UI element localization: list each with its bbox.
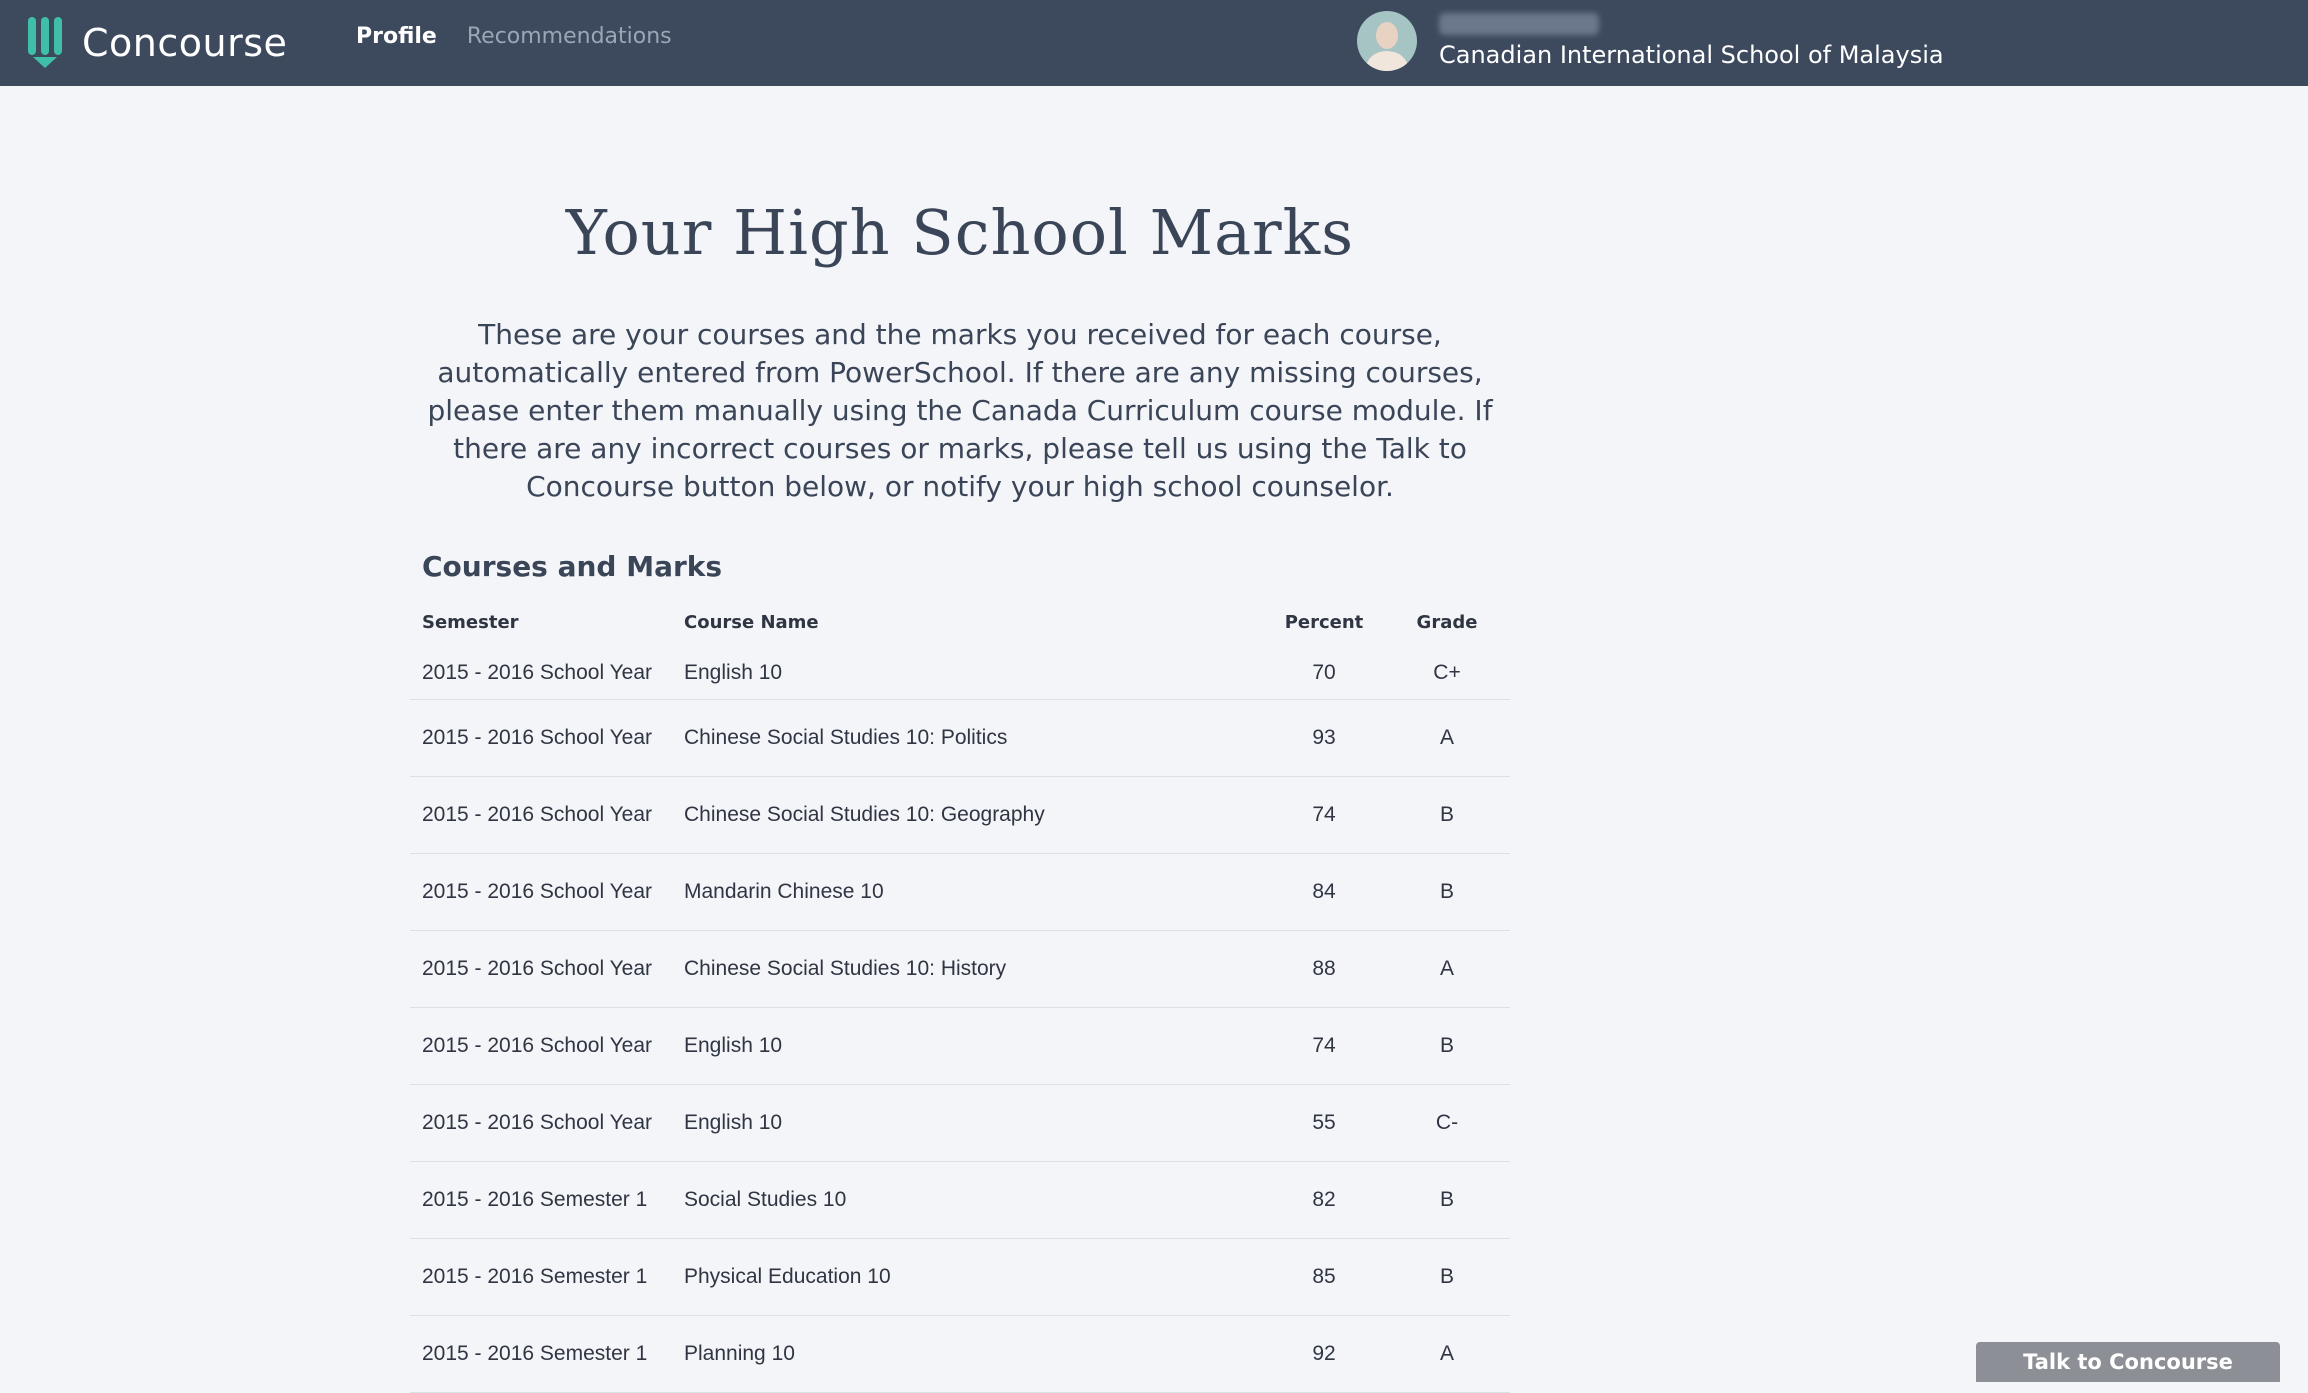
- nav-profile[interactable]: Profile: [356, 24, 437, 49]
- page-title: Your High School Marks: [565, 196, 1355, 269]
- cell-grade: A: [1384, 930, 1510, 1008]
- main-nav: Profile Recommendations: [356, 24, 672, 49]
- column-header-percent: Percent: [1284, 611, 1364, 633]
- cell-grade: A: [1384, 699, 1510, 777]
- table-row: 2015 - 2016 School Year Chinese Social S…: [410, 699, 1510, 777]
- cell-percent: 55: [1264, 1084, 1384, 1162]
- cell-percent: 74: [1264, 1007, 1384, 1085]
- cell-percent: 70: [1264, 647, 1384, 700]
- user-info: Canadian International School of Malaysi…: [1439, 13, 1944, 69]
- cell-semester: 2015 - 2016 School Year: [410, 930, 684, 1008]
- main-content: Your High School Marks These are your co…: [410, 86, 1510, 1393]
- cell-grade: C+: [1384, 647, 1510, 700]
- column-header-semester: Semester: [422, 611, 519, 633]
- column-header-grade: Grade: [1416, 611, 1478, 633]
- cell-semester: 2015 - 2016 School Year: [410, 699, 684, 777]
- column-header-course: Course Name: [684, 611, 819, 633]
- cell-grade: B: [1384, 853, 1510, 931]
- cell-semester: 2015 - 2016 School Year: [410, 647, 684, 700]
- cell-percent: 82: [1264, 1161, 1384, 1239]
- cell-course: Chinese Social Studies 10: Politics: [684, 699, 1264, 777]
- brand-name: Concourse: [82, 21, 288, 65]
- talk-to-concourse-button[interactable]: Talk to Concourse: [1976, 1342, 2280, 1382]
- cell-semester: 2015 - 2016 Semester 1: [410, 1161, 684, 1239]
- nav-recommendations[interactable]: Recommendations: [467, 24, 672, 49]
- cell-semester: 2015 - 2016 Semester 1: [410, 1315, 684, 1393]
- cell-course: English 10: [684, 1084, 1264, 1162]
- cell-percent: 92: [1264, 1315, 1384, 1393]
- table-row: 2015 - 2016 School Year Chinese Social S…: [410, 776, 1510, 854]
- cell-semester: 2015 - 2016 School Year: [410, 776, 684, 854]
- cell-grade: B: [1384, 1238, 1510, 1316]
- cell-percent: 93: [1264, 699, 1384, 777]
- table-row: 2015 - 2016 School Year English 10 55 C-: [410, 1084, 1510, 1162]
- cell-grade: B: [1384, 1007, 1510, 1085]
- cell-grade: B: [1384, 776, 1510, 854]
- cell-semester: 2015 - 2016 School Year: [410, 853, 684, 931]
- school-name: Canadian International School of Malaysi…: [1439, 41, 1944, 69]
- cell-course: English 10: [684, 647, 1264, 700]
- table-row: 2015 - 2016 School Year English 10 74 B: [410, 1007, 1510, 1085]
- user-name-redacted: [1439, 13, 1599, 35]
- cell-percent: 88: [1264, 930, 1384, 1008]
- top-navigation-bar: Concourse Profile Recommendations Canadi…: [0, 0, 2308, 86]
- table-row: 2015 - 2016 Semester 1 Planning 10 92 A: [410, 1315, 1510, 1393]
- intro-text: These are your courses and the marks you…: [427, 318, 1493, 503]
- cell-course: Social Studies 10: [684, 1161, 1264, 1239]
- concourse-logo-icon: [28, 17, 62, 69]
- cell-grade: A: [1384, 1315, 1510, 1393]
- avatar[interactable]: [1357, 11, 1417, 71]
- courses-table: Semester Course Name Percent Grade 2015 …: [410, 597, 1510, 1393]
- cell-course: Mandarin Chinese 10: [684, 853, 1264, 931]
- cell-course: Chinese Social Studies 10: Geography: [684, 776, 1264, 854]
- concourse-logo[interactable]: Concourse: [28, 16, 287, 70]
- table-row: 2015 - 2016 Semester 1 Social Studies 10…: [410, 1161, 1510, 1239]
- section-heading: Courses and Marks: [422, 550, 723, 583]
- cell-grade: B: [1384, 1161, 1510, 1239]
- cell-grade: C-: [1384, 1084, 1510, 1162]
- cell-percent: 74: [1264, 776, 1384, 854]
- cell-course: Physical Education 10: [684, 1238, 1264, 1316]
- table-row: 2015 - 2016 School Year Mandarin Chinese…: [410, 853, 1510, 931]
- cell-course: Planning 10: [684, 1315, 1264, 1393]
- cell-course: English 10: [684, 1007, 1264, 1085]
- table-row: 2015 - 2016 School Year Chinese Social S…: [410, 930, 1510, 1008]
- table-row: 2015 - 2016 Semester 1 Physical Educatio…: [410, 1238, 1510, 1316]
- table-row: 2015 - 2016 School Year English 10 70 C+: [410, 647, 1510, 700]
- cell-course: Chinese Social Studies 10: History: [684, 930, 1264, 1008]
- cell-semester: 2015 - 2016 Semester 1: [410, 1238, 684, 1316]
- cell-semester: 2015 - 2016 School Year: [410, 1084, 684, 1162]
- table-header-row: Semester Course Name Percent Grade: [410, 597, 1510, 647]
- cell-percent: 85: [1264, 1238, 1384, 1316]
- user-menu[interactable]: Canadian International School of Malaysi…: [1357, 11, 1944, 71]
- cell-percent: 84: [1264, 853, 1384, 931]
- cell-semester: 2015 - 2016 School Year: [410, 1007, 684, 1085]
